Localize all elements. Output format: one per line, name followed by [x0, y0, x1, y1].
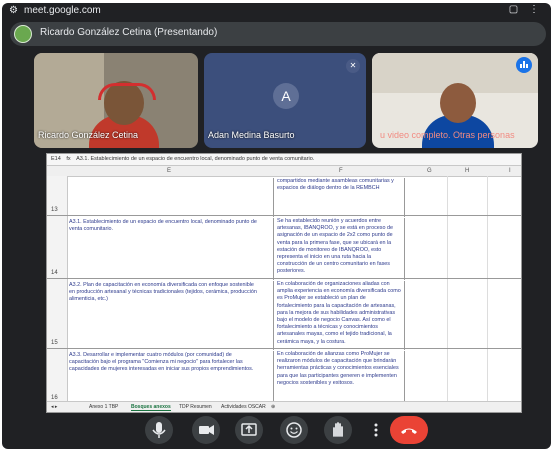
reactions-button[interactable] [280, 416, 308, 444]
grid-line [447, 176, 448, 215]
cell-f[interactable]: En colaboración de alianzas como ProMuje… [273, 351, 405, 405]
camera-icon [199, 425, 214, 435]
grid-line [447, 349, 448, 403]
column-header[interactable]: I [509, 168, 511, 174]
participant-tile-2[interactable]: ✕ A Adan Medina Basurto [204, 53, 366, 148]
grid-line [487, 349, 488, 403]
name-box[interactable]: E14 [51, 156, 61, 162]
fx-icon: fx [66, 156, 71, 162]
call-controls [2, 411, 551, 449]
cell-e[interactable]: A3.3. Desarrollar e implementar cuatro m… [69, 352, 257, 374]
column-header[interactable]: G [427, 168, 432, 174]
participant-tile-1[interactable]: Ricardo González Cetina [34, 53, 198, 148]
hand-icon [333, 422, 343, 437]
sheet-tab[interactable]: Anexo 1 TBP [89, 404, 118, 410]
status-bar: ⚙ meet.google.com ▢ ⋮ [2, 3, 551, 19]
mic-icon [152, 422, 166, 438]
sheet-tab[interactable]: TDP Resumen [179, 404, 212, 410]
video-notice: u video completo. Otras personas [380, 130, 515, 140]
participant-name-2: Adan Medina Basurto [208, 130, 295, 140]
presenter-bar[interactable]: Ricardo González Cetina (Presentando) [10, 22, 546, 46]
grid-line [487, 279, 488, 348]
more-vert-icon [374, 423, 378, 437]
column-header[interactable]: F [339, 168, 343, 174]
audio-level-icon [516, 57, 532, 73]
emoji-icon [286, 422, 302, 438]
table-row: 13 compartidos mediante asambleas comuni… [47, 176, 521, 217]
window-controls-icon[interactable]: ▢ ⋮ [509, 4, 543, 15]
formula-bar[interactable]: E14 fx A3.1. Establecimiento de un espac… [47, 154, 521, 166]
sheet-tab-active[interactable]: Bosques anexos [131, 404, 171, 411]
row-number[interactable]: 14 [47, 216, 68, 278]
person-head [440, 83, 476, 123]
row-number[interactable]: 15 [47, 279, 68, 348]
grid-line [447, 216, 448, 278]
participant-tile-3[interactable]: u video completo. Otras personas [372, 53, 538, 148]
url-text[interactable]: meet.google.com [24, 5, 101, 16]
cell-f[interactable]: Se ha establecido reunión y acuerdos ent… [273, 218, 405, 280]
shared-spreadsheet: E14 fx A3.1. Establecimiento de un espac… [46, 153, 522, 413]
grid-line [487, 176, 488, 215]
grid-line [487, 216, 488, 278]
table-row: 14 A3.1. Establecimiento de un espacio d… [47, 216, 521, 280]
headset-icon [98, 83, 156, 100]
avatar [14, 25, 32, 43]
site-settings-icon[interactable]: ⚙ [9, 5, 18, 16]
presenter-title: Ricardo González Cetina (Presentando) [40, 27, 218, 38]
meet-window: ⚙ meet.google.com ▢ ⋮ Ricardo González C… [2, 3, 551, 449]
column-header[interactable]: H [465, 168, 469, 174]
participant-name-1: Ricardo González Cetina [38, 130, 139, 140]
cell-f[interactable]: compartidos mediante asambleas comunitar… [273, 178, 405, 217]
table-row: 16 A3.3. Desarrollar e implementar cuatr… [47, 349, 521, 405]
table-row: 15 A3.2. Plan de capacitación en economí… [47, 279, 521, 350]
sheet-nav-icon[interactable]: ◂ ▸ [51, 404, 57, 410]
grid-line [447, 279, 448, 348]
present-icon [241, 423, 257, 436]
leave-call-button[interactable] [390, 416, 428, 444]
row-number[interactable]: 13 [47, 176, 68, 215]
formula-text[interactable]: A3.1. Establecimiento de un espacio de e… [76, 156, 314, 162]
call-end-icon [401, 428, 417, 434]
participant-initial: A [273, 83, 299, 109]
sheet-tab[interactable]: Actividades OSCAR [221, 404, 266, 410]
mic-button[interactable] [145, 416, 173, 444]
cell-e[interactable]: A3.2. Plan de capacitación en economía d… [69, 282, 257, 304]
column-header[interactable]: E [167, 168, 171, 174]
cell-f[interactable]: En colaboración de organizaciones aliada… [273, 281, 405, 350]
row-number[interactable]: 16 [47, 349, 68, 403]
present-button[interactable] [235, 416, 263, 444]
camera-button[interactable] [192, 416, 220, 444]
more-options-button[interactable] [369, 416, 383, 444]
raise-hand-button[interactable] [324, 416, 352, 444]
add-sheet-icon[interactable]: ⊕ [271, 404, 275, 410]
mic-off-icon: ✕ [346, 59, 360, 73]
cell-e[interactable]: A3.1. Establecimiento de un espacio de e… [69, 219, 257, 233]
